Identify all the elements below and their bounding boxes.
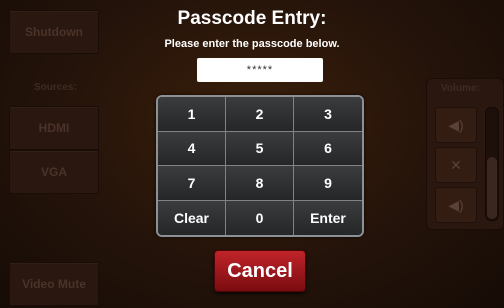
sources-label: Sources: bbox=[34, 82, 77, 93]
key-clear[interactable]: Clear bbox=[158, 200, 226, 235]
volume-down-button[interactable]: ◀) bbox=[435, 187, 477, 223]
key-9[interactable]: 9 bbox=[294, 166, 362, 201]
volume-label: Volume: bbox=[441, 83, 480, 94]
speaker-mute-icon: ✕ bbox=[450, 156, 462, 173]
hdmi-label: HDMI bbox=[38, 121, 70, 135]
video-mute-button[interactable]: Video Mute bbox=[9, 262, 99, 306]
key-3[interactable]: 3 bbox=[294, 97, 362, 132]
passcode-title: Passcode Entry: bbox=[177, 8, 327, 29]
passcode-instructions: Please enter the passcode below. bbox=[164, 38, 340, 50]
numeric-keypad: 1 2 3 4 5 6 7 8 9 Clear 0 Enter bbox=[156, 95, 364, 237]
vga-source-button[interactable]: VGA bbox=[9, 150, 99, 194]
vga-label: VGA bbox=[40, 165, 67, 179]
passcode-field[interactable]: ***** bbox=[197, 58, 323, 82]
key-1[interactable]: 1 bbox=[158, 97, 226, 132]
key-5[interactable]: 5 bbox=[226, 131, 294, 166]
key-7[interactable]: 7 bbox=[158, 166, 226, 201]
volume-slider[interactable] bbox=[485, 107, 499, 221]
key-enter[interactable]: Enter bbox=[294, 200, 362, 235]
key-0[interactable]: 0 bbox=[226, 200, 294, 235]
key-4[interactable]: 4 bbox=[158, 131, 226, 166]
key-8[interactable]: 8 bbox=[226, 166, 294, 201]
hdmi-source-button[interactable]: HDMI bbox=[9, 106, 99, 150]
key-2[interactable]: 2 bbox=[226, 97, 294, 132]
video-mute-label: Video Mute bbox=[22, 277, 86, 291]
cancel-button[interactable]: Cancel bbox=[214, 250, 306, 292]
volume-level-fill bbox=[487, 157, 497, 219]
mute-button[interactable]: ✕ bbox=[435, 147, 477, 183]
volume-up-button[interactable]: ◀) bbox=[435, 107, 477, 143]
key-6[interactable]: 6 bbox=[294, 131, 362, 166]
speaker-icon: ◀) bbox=[448, 116, 464, 133]
volume-panel: Volume: ◀) ✕ ◀) bbox=[426, 78, 504, 230]
speaker-low-icon: ◀) bbox=[448, 196, 464, 213]
